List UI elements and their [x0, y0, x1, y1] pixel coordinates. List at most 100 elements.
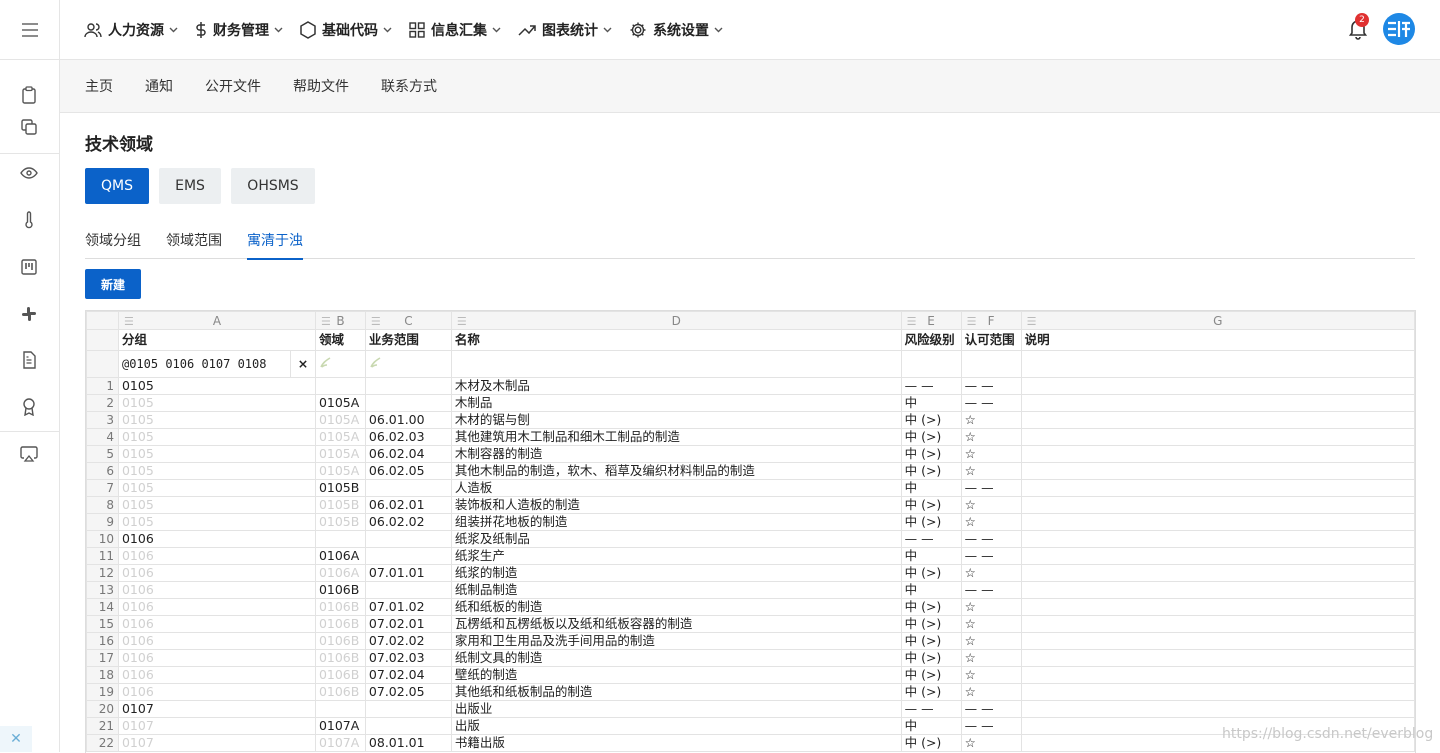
table-row[interactable]: 16 0106 0106B 07.02.02 家用和卫生用品及洗手间用品的制造中 (>)…	[86, 632, 1415, 650]
cell-name[interactable]: 书籍出版	[450, 734, 902, 752]
cell-domain[interactable]: 0105A	[314, 394, 366, 412]
cell-accredit[interactable]: ☆	[960, 428, 1022, 446]
cell-accredit[interactable]: — —	[960, 394, 1022, 412]
subnav-item-home[interactable]: 主页	[85, 76, 113, 96]
cell-risk[interactable]: 中	[900, 394, 962, 412]
domain-button-qms[interactable]: QMS	[85, 168, 149, 204]
clipboard-icon[interactable]	[19, 85, 39, 105]
cell-accredit[interactable]: ☆	[960, 666, 1022, 684]
cell-note[interactable]	[1020, 683, 1415, 701]
cell-name[interactable]: 瓦楞纸和瓦楞纸板以及纸和纸板容器的制造	[450, 615, 902, 633]
column-header[interactable]: 业务范围	[364, 329, 452, 351]
cell-group[interactable]: 0105	[117, 411, 316, 429]
cell-scope[interactable]	[364, 717, 452, 735]
cell-domain[interactable]	[314, 377, 366, 395]
cell-domain[interactable]: 0105B	[314, 479, 366, 497]
cell-name[interactable]: 壁纸的制造	[450, 666, 902, 684]
cell-domain[interactable]: 0105A	[314, 411, 366, 429]
column-letter[interactable]: ☰ G	[1020, 311, 1415, 330]
subnav-item-notice[interactable]: 通知	[145, 76, 173, 96]
menu-info[interactable]: 信息汇集	[409, 20, 501, 40]
cell-note[interactable]	[1020, 666, 1415, 684]
cell-group[interactable]: 0106	[117, 666, 316, 684]
data-grid[interactable]: ☰ A ☰ B ☰ C ☰ D ☰ E ☰ F ☰ G 分组 领域 业务范围 名称 风险级别 …	[85, 310, 1416, 753]
cell-scope[interactable]: 06.02.02	[364, 513, 452, 531]
cell-group[interactable]: 0106	[117, 632, 316, 650]
cell-accredit[interactable]: ☆	[960, 445, 1022, 463]
cell-name[interactable]: 出版业	[450, 700, 902, 718]
broom-icon[interactable]	[319, 355, 333, 369]
cell-scope[interactable]: 07.02.05	[364, 683, 452, 701]
cell-scope[interactable]	[364, 530, 452, 548]
cell-note[interactable]	[1020, 547, 1415, 565]
cell-accredit[interactable]: ☆	[960, 496, 1022, 514]
cell-risk[interactable]: 中 (>)	[900, 598, 962, 616]
cell-group[interactable]: 0105	[117, 428, 316, 446]
column-letter[interactable]: ☰ C	[364, 311, 452, 330]
tab-domain-scope[interactable]: 领域范围	[166, 230, 222, 258]
cell-accredit[interactable]: ☆	[960, 615, 1022, 633]
cell-group[interactable]: 0106	[117, 615, 316, 633]
cell-note[interactable]	[1020, 411, 1415, 429]
cell-domain[interactable]: 0106B	[314, 581, 366, 599]
cell-accredit[interactable]: ☆	[960, 683, 1022, 701]
cell-risk[interactable]: 中 (>)	[900, 615, 962, 633]
cell-accredit[interactable]: ☆	[960, 564, 1022, 582]
column-menu-icon[interactable]: ☰	[321, 314, 331, 329]
cell-domain[interactable]: 0106B	[314, 683, 366, 701]
cell-group[interactable]: 0105	[117, 479, 316, 497]
table-row[interactable]: 14 0106 0106B 07.01.02 纸和纸板的制造中 (>) ☆	[86, 598, 1415, 616]
table-row[interactable]: 17 0106 0106B 07.02.03 纸制文具的制造中 (>) ☆	[86, 649, 1415, 667]
thermometer-icon[interactable]	[19, 210, 39, 230]
table-row[interactable]: 10 0106 纸浆及纸制品 — — — —	[86, 530, 1415, 548]
cell-risk[interactable]: 中 (>)	[900, 462, 962, 480]
cell-domain[interactable]: 0106B	[314, 666, 366, 684]
table-row[interactable]: 12 0106 0106A 07.01.01 纸浆的制造中 (>) ☆	[86, 564, 1415, 582]
cell-name[interactable]: 家用和卫生用品及洗手间用品的制造	[450, 632, 902, 650]
cell-domain[interactable]: 0105A	[314, 428, 366, 446]
cell-risk[interactable]: 中 (>)	[900, 564, 962, 582]
cell-domain[interactable]: 0106B	[314, 615, 366, 633]
cell-name[interactable]: 组装拼花地板的制造	[450, 513, 902, 531]
column-menu-icon[interactable]: ☰	[1027, 314, 1037, 329]
column-header[interactable]: 分组	[117, 329, 316, 351]
cell-accredit[interactable]: — —	[960, 700, 1022, 718]
cell-name[interactable]: 纸浆的制造	[450, 564, 902, 582]
domain-button-ems[interactable]: EMS	[159, 168, 221, 204]
table-row[interactable]: 20 0107 出版业 — — — —	[86, 700, 1415, 718]
cell-scope[interactable]: 08.01.01	[364, 734, 452, 752]
cell-risk[interactable]: 中 (>)	[900, 411, 962, 429]
subnav-item-public-files[interactable]: 公开文件	[205, 76, 261, 96]
cell-note[interactable]	[1020, 428, 1415, 446]
menu-finance[interactable]: 财务管理	[195, 20, 283, 40]
cell-note[interactable]	[1020, 700, 1415, 718]
cell-note[interactable]	[1020, 530, 1415, 548]
cell-domain[interactable]: 0107A	[314, 717, 366, 735]
cell-note[interactable]	[1020, 649, 1415, 667]
cell-scope[interactable]	[364, 700, 452, 718]
cell-domain[interactable]: 0106B	[314, 632, 366, 650]
cell-name[interactable]: 出版	[450, 717, 902, 735]
table-row[interactable]: 11 0106 0106A 纸浆生产中 — —	[86, 547, 1415, 565]
column-menu-icon[interactable]: ☰	[907, 314, 917, 329]
cell-name[interactable]: 纸制品制造	[450, 581, 902, 599]
kanban-icon[interactable]	[19, 257, 39, 277]
cell-scope[interactable]	[364, 479, 452, 497]
cell-domain[interactable]: 0105B	[314, 496, 366, 514]
copy-icon[interactable]	[19, 117, 39, 137]
table-row[interactable]: 8 0105 0105B 06.02.01 装饰板和人造板的制造中 (>) ☆	[86, 496, 1415, 514]
filter-cell[interactable]	[364, 350, 452, 378]
cell-risk[interactable]: 中 (>)	[900, 649, 962, 667]
broom-icon[interactable]	[369, 355, 383, 369]
column-header[interactable]: 认可范围	[960, 329, 1022, 351]
avatar[interactable]	[1383, 13, 1415, 45]
cell-scope[interactable]: 07.02.01	[364, 615, 452, 633]
cell-name[interactable]: 装饰板和人造板的制造	[450, 496, 902, 514]
filter-input[interactable]: @0105 0106 0107 0108	[119, 351, 291, 377]
cell-note[interactable]	[1020, 377, 1415, 395]
cell-risk[interactable]: 中 (>)	[900, 428, 962, 446]
clear-filter-icon[interactable]: ×	[291, 356, 315, 372]
table-row[interactable]: 15 0106 0106B 07.02.01 瓦楞纸和瓦楞纸板以及纸和纸板容器的制造中 …	[86, 615, 1415, 633]
cell-scope[interactable]	[364, 581, 452, 599]
table-row[interactable]: 21 0107 0107A 出版中 — —	[86, 717, 1415, 735]
